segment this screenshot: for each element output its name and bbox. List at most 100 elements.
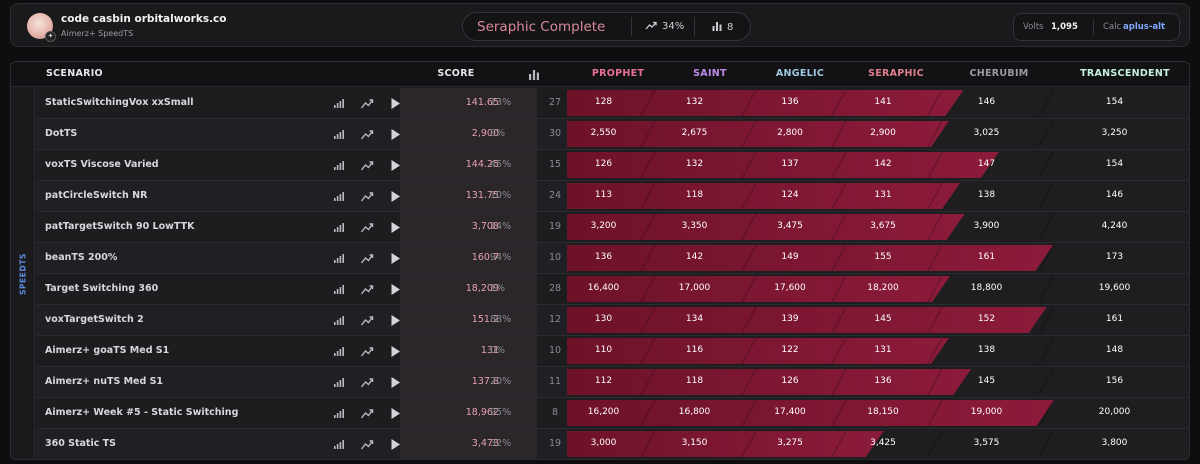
tier-threshold-saint: 134 [685,314,704,324]
tier-threshold-prophet: 128 [594,97,613,107]
tier-divider [1038,152,1054,178]
column-header-scenario[interactable]: SCENARIO [46,68,103,79]
scenario-name[interactable]: Aimerz+ goaTS Med S1 [45,345,169,356]
tier-threshold-seraphic: 131 [874,190,892,200]
rank-progress-percent: 45% [490,159,512,170]
trend-icon[interactable] [360,159,374,172]
tier-threshold-cherubim: 147 [977,159,996,169]
tier-progress-bar: 3,000 3,150 3,275 3,425 3,575 3,800 [567,429,1189,459]
leaderboard-icon[interactable] [334,347,344,356]
score-cell [400,243,537,273]
leaderboard-icon[interactable] [334,316,344,325]
scenario-name[interactable]: DotTS [45,128,77,139]
trend-icon[interactable] [360,438,374,451]
column-header-angelic[interactable]: ANGELIC [776,68,824,79]
leaderboard-icon[interactable] [334,285,344,294]
table-row[interactable]: patCircleSwitch NR 131.75 10% 24 113 118 1… [36,181,1189,212]
column-header-seraphic[interactable]: SERAPHIC [868,68,924,79]
tier-threshold-prophet: 3,200 [590,221,617,231]
tier-threshold-seraphic: 142 [874,159,892,169]
leaderboard-icon[interactable] [334,409,344,418]
tier-threshold-prophet: 3,000 [590,438,617,448]
leaderboard-icon[interactable] [334,130,344,139]
tier-threshold-transcendent: 154 [1105,97,1124,107]
table-row[interactable]: Aimerz+ goaTS Med S1 131 0% 10 110 116 122… [36,336,1189,367]
leaderboard-icon[interactable] [334,223,344,232]
divider [631,17,632,36]
rank-progress-percent: 13% [490,97,512,108]
leaderboard-icon[interactable] [334,161,344,170]
tier-threshold-saint: 116 [685,345,704,355]
trend-icon[interactable] [360,221,374,234]
scenario-name[interactable]: patTargetSwitch 90 LowTTK [45,221,194,232]
column-header-transcendent[interactable]: TRANSCENDENT [1080,68,1170,79]
leaderboard-icon[interactable] [334,254,344,263]
tier-divider [1038,214,1054,240]
tier-divider [1038,90,1054,116]
table-row[interactable]: beanTS 200% 160.7 94% 10 136 142 149 155 161… [36,243,1189,274]
trend-icon[interactable] [360,283,374,296]
tier-threshold-saint: 118 [685,190,704,200]
play-count: 15 [548,159,562,170]
tier-threshold-prophet: 16,400 [587,283,620,293]
leaderboard-icon[interactable] [334,99,344,108]
scenario-name[interactable]: Aimerz+ Week #5 - Static Switching [45,407,238,418]
trend-icon[interactable] [360,97,374,110]
column-header-plays[interactable] [529,69,540,83]
table-row[interactable]: patTargetSwitch 90 LowTTK 3,708 14% 19 3… [36,212,1189,243]
bar-chart-icon [529,70,539,80]
trend-icon[interactable] [360,376,374,389]
rank-progress-percent: 88% [490,314,512,325]
column-header-score[interactable]: SCORE [437,68,474,79]
column-header-saint[interactable]: SAINT [693,68,727,79]
table-row[interactable]: 360 Static TS 3,473 32% 19 3,000 3,150 3,2… [36,429,1189,459]
settings-pill[interactable]: Volts 1,095 Calc aplus-alt [1013,13,1180,41]
table-row[interactable]: Target Switching 360 18,209 1% 28 16,400… [36,274,1189,305]
column-header-cherubim[interactable]: CHERUBIM [969,68,1028,79]
leaderboard-icon[interactable] [334,378,344,387]
rank-progress-percent: 20% [490,376,512,387]
category-strip: SPEEDTS [11,88,35,459]
table-row[interactable]: Aimerz+ nuTS Med S1 137.8 20% 11 112 118 1… [36,367,1189,398]
rank-progress-percent: 1% [490,283,506,294]
scenario-name[interactable]: Target Switching 360 [45,283,158,294]
divider [1093,19,1094,35]
rank-progress-percent: 10% [490,190,512,201]
score-cell [400,119,537,149]
scenario-name[interactable]: beanTS 200% [45,252,117,263]
calc-value[interactable]: aplus-alt [1123,22,1165,32]
table-row[interactable]: voxTS Viscose Varied 144.25 45% 15 126 13… [36,150,1189,181]
rank-progress-percent: 94% [490,252,512,263]
scenario-name[interactable]: patCircleSwitch NR [45,190,147,201]
table-row[interactable]: voxTargetSwitch 2 151.2 88% 12 130 134 139… [36,305,1189,336]
user-name: code casbin orbitalworks.co [61,13,227,25]
tier-fill [567,214,965,240]
trend-icon[interactable] [360,252,374,265]
tier-threshold-transcendent: 161 [1105,314,1124,324]
play-count: 8 [551,407,559,418]
trend-icon[interactable] [360,190,374,203]
play-count: 10 [548,252,562,263]
tier-threshold-cherubim: 152 [977,314,996,324]
scenario-name[interactable]: StaticSwitchingVox xxSmall [45,97,194,108]
trend-icon[interactable] [360,314,374,327]
scenario-name[interactable]: voxTargetSwitch 2 [45,314,144,325]
leaderboard-icon[interactable] [334,192,344,201]
table-row[interactable]: DotTS 2,900 0% 30 2,550 2,675 2,800 2,900 3,… [36,119,1189,150]
divider [694,17,695,36]
tier-threshold-prophet: 126 [594,159,613,169]
tier-threshold-cherubim: 138 [977,190,996,200]
scenario-name[interactable]: Aimerz+ nuTS Med S1 [45,376,163,387]
tier-threshold-seraphic: 18,150 [867,407,899,417]
scenario-name[interactable]: voxTS Viscose Varied [45,159,159,170]
trend-icon[interactable] [360,407,374,420]
table-row[interactable]: StaticSwitchingVox xxSmall 141.65 13% 27… [36,88,1189,119]
leaderboard-icon[interactable] [334,440,344,449]
column-header-prophet[interactable]: PROPHET [592,68,644,79]
table-row[interactable]: Aimerz+ Week #5 - Static Switching 18,96… [36,398,1189,429]
scenario-name[interactable]: 360 Static TS [45,438,116,449]
trend-icon[interactable] [360,345,374,358]
tier-fill [567,338,949,364]
tier-fill [567,307,1047,333]
trend-icon[interactable] [360,128,374,141]
